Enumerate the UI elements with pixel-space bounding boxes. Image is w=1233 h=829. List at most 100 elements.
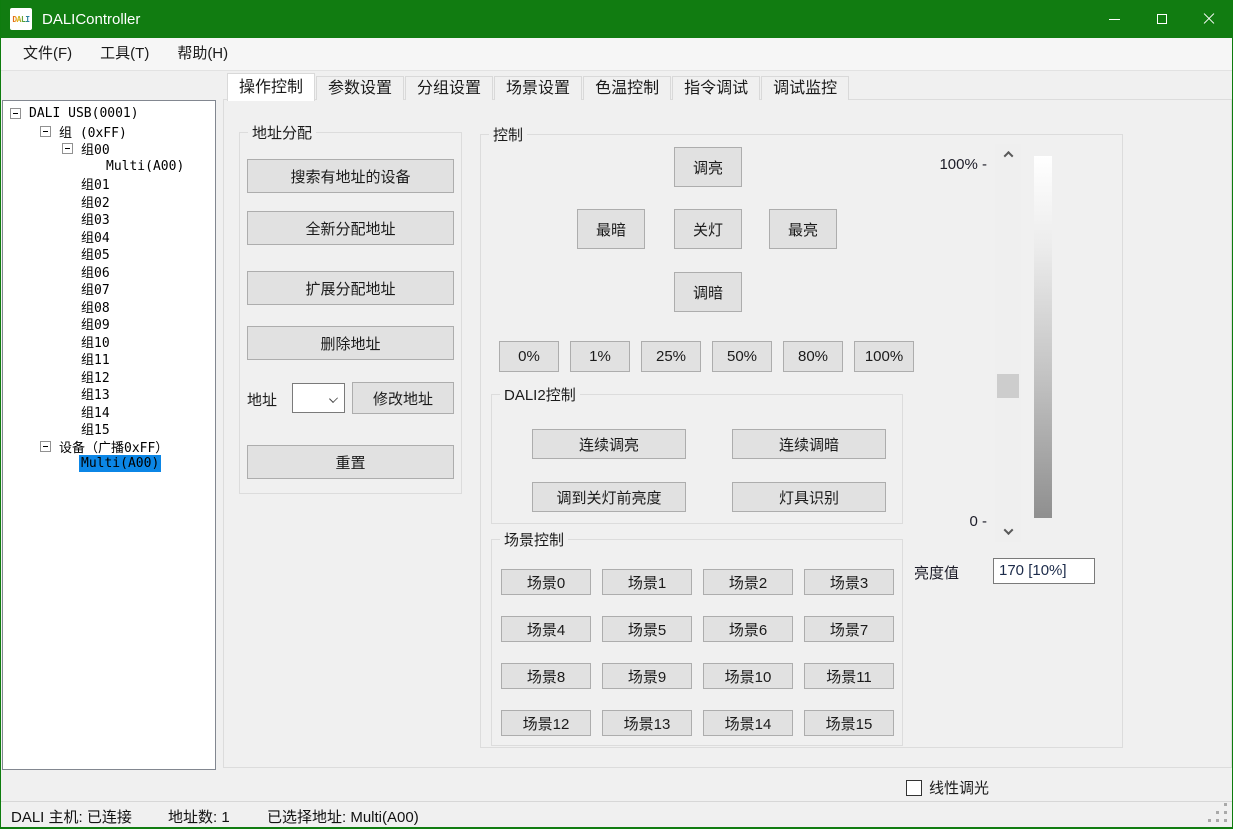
lamp-identify-button[interactable]: 灯具识别 (732, 482, 886, 512)
control-group-title: 控制 (489, 124, 527, 145)
tree-item-label: 组00 (79, 138, 112, 159)
address-combo[interactable] (292, 383, 345, 413)
scene-button[interactable]: 场景5 (602, 616, 692, 642)
tree-collapse-icon[interactable] (40, 126, 51, 137)
reset-button[interactable]: 重置 (247, 445, 454, 479)
scene-button[interactable]: 场景3 (804, 569, 894, 595)
brightness-scrollbar[interactable] (995, 144, 1021, 542)
goto-last-level-button[interactable]: 调到关灯前亮度 (532, 482, 686, 512)
window-title: DALIController (42, 11, 140, 28)
statusbar: DALI 主机: 已连接 地址数: 1 已选择地址: Multi(A00) (1, 801, 1232, 829)
percent-button[interactable]: 25% (641, 341, 701, 372)
chevron-down-icon (329, 394, 338, 403)
titlebar: DALI DALIController (1, 0, 1232, 38)
brightness-value-field[interactable]: 170 [10%] (993, 558, 1095, 584)
app-icon: DALI (10, 8, 32, 30)
scene-button[interactable]: 场景1 (602, 569, 692, 595)
close-button[interactable] (1185, 0, 1232, 38)
tree-collapse-icon[interactable] (62, 143, 73, 154)
main-area: DALI USB(0001) 组 (0xFF) 组00 Multi(A00) 组… (1, 71, 1232, 801)
status-selected-address: 已选择地址: Multi(A00) (267, 806, 419, 827)
app-window: DALI DALIController 文件(F)工具(T)帮助(H) DALI… (0, 0, 1233, 829)
menu-item[interactable]: 文件(F) (9, 38, 86, 70)
scene-button[interactable]: 场景6 (703, 616, 793, 642)
tree-item-label: Multi(A00) (79, 455, 161, 472)
scene-button[interactable]: 场景14 (703, 710, 793, 736)
max-brightness-button[interactable]: 最亮 (769, 209, 837, 249)
scene-button[interactable]: 场景9 (602, 663, 692, 689)
modify-address-button[interactable]: 修改地址 (352, 382, 454, 414)
assign-new-address-button[interactable]: 全新分配地址 (247, 211, 454, 245)
tab[interactable]: 指令调试 (672, 76, 760, 100)
percent-button[interactable]: 1% (570, 341, 630, 372)
assign-extended-address-button[interactable]: 扩展分配地址 (247, 271, 454, 305)
resize-grip[interactable] (1224, 803, 1227, 806)
tree-item[interactable]: 组00 (3, 140, 215, 158)
tree-collapse-icon[interactable] (10, 108, 21, 119)
brightness-top-label: 100% - (914, 156, 987, 173)
maximize-icon (1157, 14, 1167, 24)
device-tree: DALI USB(0001) 组 (0xFF) 组00 Multi(A00) 组… (2, 100, 216, 770)
scroll-up-button[interactable] (995, 146, 1021, 163)
scene-button[interactable]: 场景8 (501, 663, 591, 689)
tabpage-operation-control: 地址分配 搜索有地址的设备 全新分配地址 扩展分配地址 删除地址 地址 修改地址… (223, 99, 1232, 768)
scene-group-title: 场景控制 (500, 529, 568, 550)
brightness-gradient-bar (1034, 156, 1052, 518)
scroll-down-button[interactable] (995, 523, 1021, 540)
scene-button[interactable]: 场景2 (703, 569, 793, 595)
tab[interactable]: 操作控制 (227, 73, 315, 101)
menu-item[interactable]: 帮助(H) (163, 38, 242, 70)
brightness-value-label: 亮度值 (914, 562, 959, 583)
percent-button-row: 0% 1% 25% 50% 80% 100% (499, 341, 914, 372)
tree-item[interactable]: 设备（广播0xFF） (3, 438, 215, 456)
percent-button[interactable]: 100% (854, 341, 914, 372)
tab[interactable]: 场景设置 (494, 76, 582, 100)
percent-button[interactable]: 80% (783, 341, 843, 372)
address-group-title: 地址分配 (248, 122, 316, 143)
tab[interactable]: 分组设置 (405, 76, 493, 100)
scene-button[interactable]: 场景12 (501, 710, 591, 736)
status-host: DALI 主机: 已连接 (11, 806, 132, 827)
dali2-group-title: DALI2控制 (500, 384, 580, 405)
tabstrip: 操作控制参数设置分组设置场景设置色温控制指令调试调试监控 (227, 73, 850, 100)
scene-button[interactable]: 场景10 (703, 663, 793, 689)
tab[interactable]: 调试监控 (761, 76, 849, 100)
maximize-button[interactable] (1138, 0, 1185, 38)
scene-button[interactable]: 场景15 (804, 710, 894, 736)
minimize-button[interactable] (1091, 0, 1138, 38)
status-address-count: 地址数: 1 (168, 806, 230, 827)
address-label: 地址 (247, 389, 277, 410)
linear-dimming-row: 线性调光 (906, 777, 989, 798)
continuous-dim-down-button[interactable]: 连续调暗 (732, 429, 886, 459)
brightness-bottom-label: 0 - (914, 513, 987, 530)
tab[interactable]: 参数设置 (316, 76, 404, 100)
menubar: 文件(F)工具(T)帮助(H) (1, 38, 1232, 71)
scene-button-grid: 场景0 场景1 场景2 场景3 场景4 场景5 场景6 场景7 场景8 场景9 场景10 场景11 场景… (501, 569, 894, 736)
dim-up-button[interactable]: 调亮 (674, 147, 742, 187)
chevron-down-icon (1003, 525, 1013, 535)
dim-down-button[interactable]: 调暗 (674, 272, 742, 312)
chevron-up-icon (1003, 151, 1013, 161)
tree-item-label: DALI USB(0001) (27, 105, 141, 122)
minimize-icon (1109, 19, 1120, 20)
tree-item-label: Multi(A00) (104, 158, 186, 175)
menu-item[interactable]: 工具(T) (86, 38, 163, 70)
tab[interactable]: 色温控制 (583, 76, 671, 100)
tree-collapse-icon[interactable] (40, 441, 51, 452)
linear-dimming-label: 线性调光 (929, 777, 989, 798)
min-brightness-button[interactable]: 最暗 (577, 209, 645, 249)
tree-item[interactable]: Multi(A00) (3, 455, 215, 473)
linear-dimming-checkbox[interactable] (906, 780, 922, 796)
lamp-off-button[interactable]: 关灯 (674, 209, 742, 249)
scrollbar-thumb[interactable] (997, 374, 1019, 398)
percent-button[interactable]: 50% (712, 341, 772, 372)
scene-button[interactable]: 场景13 (602, 710, 692, 736)
scene-button[interactable]: 场景11 (804, 663, 894, 689)
scene-button[interactable]: 场景7 (804, 616, 894, 642)
search-addressed-devices-button[interactable]: 搜索有地址的设备 (247, 159, 454, 193)
continuous-dim-up-button[interactable]: 连续调亮 (532, 429, 686, 459)
percent-button[interactable]: 0% (499, 341, 559, 372)
scene-button[interactable]: 场景0 (501, 569, 591, 595)
scene-button[interactable]: 场景4 (501, 616, 591, 642)
delete-address-button[interactable]: 删除地址 (247, 326, 454, 360)
